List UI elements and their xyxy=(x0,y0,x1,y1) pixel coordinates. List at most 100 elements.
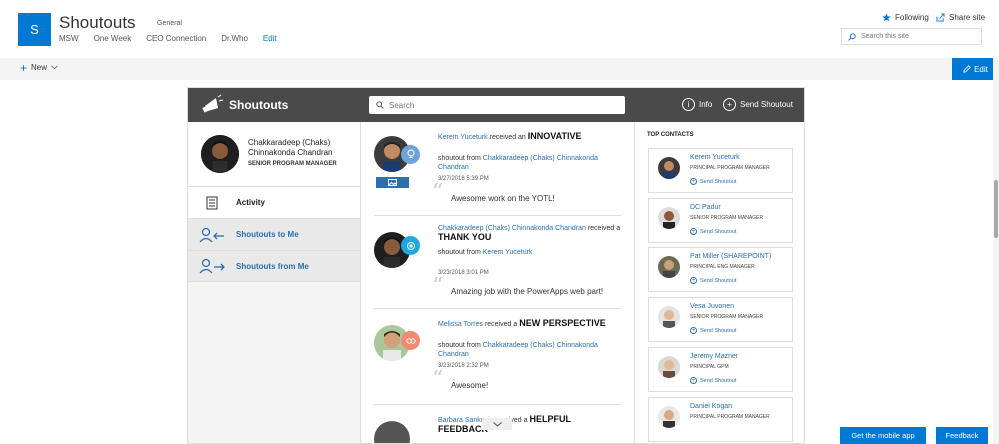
nav-link-ceo-connection[interactable]: CEO Connection xyxy=(146,34,206,43)
contact-send-shoutout-button[interactable]: + Send Shoutout xyxy=(690,377,736,384)
contact-card: DC Padur SENIOR PROGRAM MANAGER + Send Sh… xyxy=(648,198,793,243)
quote-icon: “ xyxy=(432,180,444,205)
feed-date: 3/27/2018 5:39 PM xyxy=(438,176,489,182)
contact-card: Vesa Juvonen SENIOR PROGRAM MANAGER + Sen… xyxy=(648,297,793,342)
contact-name[interactable]: Vesa Juvonen xyxy=(690,303,734,310)
award-name: THANK YOU xyxy=(438,232,492,242)
shoutouts-app: Shoutouts Search i Info + Send Shoutout … xyxy=(187,87,805,444)
contact-name[interactable]: DC Padur xyxy=(690,204,721,211)
avatar xyxy=(201,135,239,173)
site-header: S Shoutouts General MSW One Week CEO Con… xyxy=(0,0,999,58)
feed-item: Melissa Torres received a NEW PERSPECTIV… xyxy=(374,309,621,405)
activity-feed: Kerem Yuceturk received an INNOVATIVE sh… xyxy=(360,122,635,443)
feed-date: 3/23/2018 2:32 PM xyxy=(438,363,489,369)
edit-page-button[interactable]: Edit xyxy=(952,58,999,80)
plus-icon: + xyxy=(20,60,28,75)
award-name: NEW PERSPECTIVE xyxy=(519,318,606,328)
avatar xyxy=(658,306,680,328)
search-icon xyxy=(848,32,856,41)
recipient-link[interactable]: Melissa Torres xyxy=(438,321,483,328)
chevron-down-icon xyxy=(492,421,502,427)
nav-link-msw[interactable]: MSW xyxy=(59,34,79,43)
app-title: Shoutouts xyxy=(229,98,289,112)
lightbulb-icon xyxy=(401,145,420,164)
info-button[interactable]: i Info xyxy=(682,98,712,111)
profile-name: Chakkaradeep (Chaks) Chinnakonda Chandra… xyxy=(248,138,333,157)
person-incoming-icon xyxy=(199,227,224,242)
profile-role: SENIOR PROGRAM MANAGER xyxy=(248,161,337,167)
get-mobile-app-button[interactable]: Get the mobile app xyxy=(840,427,926,444)
contact-role: PRINCIPAL PROGRAM MANAGER xyxy=(690,414,770,420)
contact-role: PRINCIPAL ENG MANAGER xyxy=(690,264,755,270)
scrollbar-thumb[interactable] xyxy=(994,180,998,238)
scroll-down-button[interactable] xyxy=(482,418,512,430)
contact-card: Jeremy Mazner PRINCIPAL GPM + Send Shouto… xyxy=(648,347,793,392)
contact-role: PRINCIPAL PROGRAM MANAGER xyxy=(690,165,770,171)
star-icon xyxy=(882,13,891,22)
avatar xyxy=(658,356,680,378)
share-icon xyxy=(936,13,945,22)
megaphone-icon xyxy=(202,94,224,113)
site-navigation: MSW One Week CEO Connection Dr.Who Edit xyxy=(59,34,292,43)
contact-name[interactable]: Kerem Yuceturk xyxy=(690,154,740,161)
chevron-down-icon xyxy=(51,65,58,70)
contact-name[interactable]: Jeremy Mazner xyxy=(690,353,738,360)
page-scrollbar[interactable] xyxy=(993,58,999,444)
contact-send-shoutout-button[interactable]: + Send Shoutout xyxy=(690,228,736,235)
plus-circle-icon: + xyxy=(690,377,697,384)
top-contacts-title: TOP CONTACTS xyxy=(647,132,694,138)
nav-shoutouts-to-me[interactable]: Shoutouts to Me xyxy=(188,218,360,250)
recipient-link[interactable]: Kerem Yuceturk xyxy=(438,134,488,141)
quote-icon: “ xyxy=(432,274,444,299)
following-button[interactable]: Following xyxy=(882,13,929,22)
nav-link-one-week[interactable]: One Week xyxy=(94,34,132,43)
nav-link-drwho[interactable]: Dr.Who xyxy=(221,34,248,43)
nav-edit-link[interactable]: Edit xyxy=(263,34,277,43)
command-bar xyxy=(0,58,999,80)
sender-link[interactable]: Kerem Yuceturk xyxy=(483,249,533,256)
award-name: INNOVATIVE xyxy=(527,131,582,141)
site-logo[interactable]: S xyxy=(18,13,51,46)
plus-circle-icon: + xyxy=(690,277,697,284)
nav-activity[interactable]: Activity xyxy=(188,186,360,218)
contact-card: Kerem Yuceturk PRINCIPAL PROGRAM MANAGER… xyxy=(648,148,793,193)
recipient-link[interactable]: Chakkaradeep (Chaks) Chinnakonda Chandra… xyxy=(438,225,586,232)
feedback-button[interactable]: Feedback xyxy=(936,427,988,444)
feed-item: Kerem Yuceturk received an INNOVATIVE sh… xyxy=(374,122,621,216)
app-search-input[interactable]: Search xyxy=(369,96,625,114)
contact-card: Pat Miller (SHAREPOINT) PRINCIPAL ENG MA… xyxy=(648,247,793,292)
contact-role: SENIOR PROGRAM MANAGER xyxy=(690,314,764,320)
contact-send-shoutout-button[interactable]: + Send Shoutout xyxy=(690,277,736,284)
site-classification: General xyxy=(157,20,182,27)
plus-circle-icon: + xyxy=(690,327,697,334)
plus-circle-icon: + xyxy=(690,228,697,235)
avatar xyxy=(658,207,680,229)
contact-role: SENIOR PROGRAM MANAGER xyxy=(690,215,764,221)
left-pane: Chakkaradeep (Chaks) Chinnakonda Chandra… xyxy=(188,122,360,443)
contact-name[interactable]: Pat Miller (SHAREPOINT) xyxy=(690,253,771,260)
search-icon xyxy=(376,101,384,109)
send-shoutout-button[interactable]: + Send Shoutout xyxy=(723,98,793,111)
thank-you-badge-icon xyxy=(401,236,420,255)
app-header: Shoutouts Search i Info + Send Shoutout xyxy=(188,88,804,122)
new-button[interactable]: + New xyxy=(20,60,58,75)
top-contacts-panel: TOP CONTACTS Kerem Yuceturk PRINCIPAL PR… xyxy=(636,122,804,443)
contact-send-shoutout-button[interactable]: + Send Shoutout xyxy=(690,178,736,185)
nav-shoutouts-from-me[interactable]: Shoutouts from Me xyxy=(188,250,360,282)
view-image-button[interactable] xyxy=(376,177,409,188)
avatar xyxy=(374,421,410,443)
share-site-button[interactable]: Share site xyxy=(936,13,985,22)
site-search-box[interactable]: Search this site xyxy=(841,28,982,45)
plus-circle-icon: + xyxy=(723,98,736,111)
quote-icon: “ xyxy=(432,367,444,392)
document-icon xyxy=(206,196,218,209)
site-title[interactable]: Shoutouts xyxy=(59,13,136,33)
contact-send-shoutout-button[interactable]: + Send Shoutout xyxy=(690,327,736,334)
contact-name[interactable]: Daniel Kogan xyxy=(690,403,732,410)
feed-message: Amazing job with the PowerApps web part! xyxy=(451,287,604,296)
feed-date: 3/23/2018 3:01 PM xyxy=(438,270,489,276)
feed-item: Chakkaradeep (Chaks) Chinnakonda Chandra… xyxy=(374,216,621,309)
info-icon: i xyxy=(682,98,695,111)
pencil-icon xyxy=(963,65,971,73)
plus-circle-icon: + xyxy=(690,178,697,185)
